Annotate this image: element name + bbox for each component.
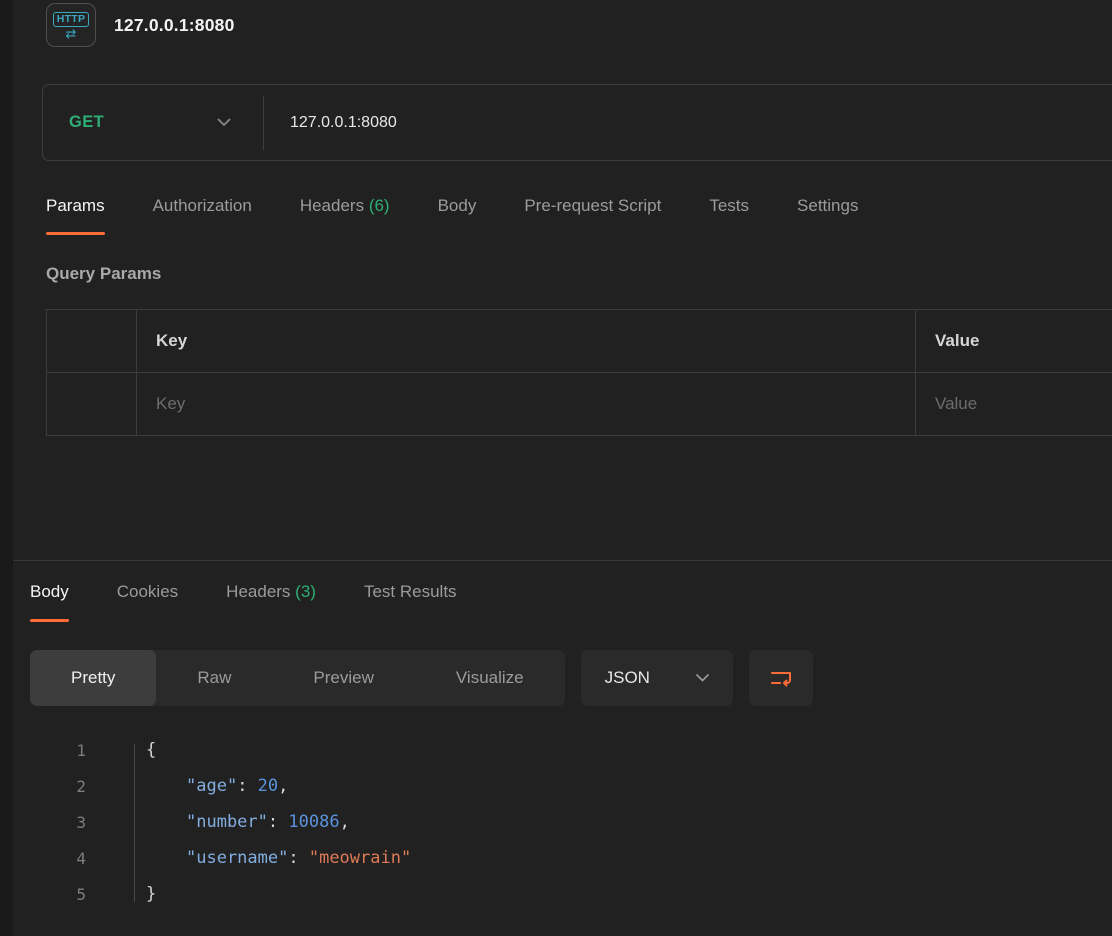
query-params-table: Key Value <box>46 309 1112 436</box>
method-dropdown[interactable]: GET <box>43 85 263 160</box>
response-tab-headers[interactable]: Headers (3) <box>226 576 316 622</box>
beautify-button[interactable] <box>749 650 813 706</box>
http-badge-label: HTTP <box>53 12 90 27</box>
code-token: "number" <box>186 812 268 832</box>
response-toolbar: Pretty Raw Preview Visualize JSON <box>30 650 813 706</box>
code-line: 4 "username": "meowrain" <box>30 840 1090 876</box>
code-token: "username" <box>186 848 288 868</box>
tab-headers[interactable]: Headers (6) <box>300 190 390 235</box>
code-line: 3 "number": 10086, <box>30 804 1090 840</box>
column-header-key: Key <box>137 310 916 373</box>
line-number: 2 <box>30 777 86 796</box>
code-token: , <box>278 776 288 796</box>
param-row-select-cell <box>47 373 137 436</box>
chevron-down-icon <box>696 674 709 682</box>
code-token: : <box>268 812 288 832</box>
code-token: "meowrain" <box>309 848 411 868</box>
tab-settings[interactable]: Settings <box>797 190 858 235</box>
view-mode-segmented-control: Pretty Raw Preview Visualize <box>30 650 565 706</box>
tab-headers-label: Headers <box>300 196 364 215</box>
code-token: } <box>146 884 156 904</box>
tab-pre-request-script-label: Pre-request Script <box>524 196 661 215</box>
response-section-divider <box>0 560 1112 561</box>
request-tabs: Params Authorization Headers (6) Body Pr… <box>46 190 858 235</box>
code-token: { <box>146 740 156 760</box>
response-headers-count-badge: (3) <box>295 582 316 601</box>
response-tab-test-results[interactable]: Test Results <box>364 576 457 622</box>
url-input[interactable] <box>264 85 1112 160</box>
response-tab-headers-label: Headers <box>226 582 290 601</box>
line-number: 3 <box>30 813 86 832</box>
response-tab-body[interactable]: Body <box>30 576 69 622</box>
response-tab-cookies-label: Cookies <box>117 582 178 601</box>
format-dropdown-label: JSON <box>605 668 650 688</box>
headers-count-badge: (6) <box>369 196 390 215</box>
view-raw-button[interactable]: Raw <box>156 650 272 706</box>
request-title: 127.0.0.1:8080 <box>114 15 235 36</box>
view-preview-button[interactable]: Preview <box>272 650 414 706</box>
response-tabs: Body Cookies Headers (3) Test Results <box>30 576 457 622</box>
request-header: HTTP ⇄ 127.0.0.1:8080 <box>46 0 235 50</box>
chevron-down-icon <box>217 118 231 127</box>
code-token: : <box>237 776 257 796</box>
http-arrows-icon: ⇄ <box>66 28 77 39</box>
tab-pre-request-script[interactable]: Pre-request Script <box>524 190 661 235</box>
code-fold-guide <box>134 744 135 902</box>
tab-authorization-label: Authorization <box>153 196 252 215</box>
code-token: "age" <box>186 776 237 796</box>
param-value-cell <box>916 373 1112 436</box>
view-visualize-button[interactable]: Visualize <box>415 650 565 706</box>
tab-params-label: Params <box>46 196 105 215</box>
code-token: : <box>288 848 308 868</box>
line-number: 1 <box>30 741 86 760</box>
method-label: GET <box>69 113 104 132</box>
code-line: 5 } <box>30 876 1090 912</box>
line-number: 5 <box>30 885 86 904</box>
response-tab-body-label: Body <box>30 582 69 601</box>
tab-tests[interactable]: Tests <box>709 190 749 235</box>
response-body-code: 1 { 2 "age": 20, 3 "number": 10086, 4 "u… <box>30 732 1090 912</box>
tab-body[interactable]: Body <box>438 190 477 235</box>
tab-tests-label: Tests <box>709 196 749 215</box>
response-tab-test-results-label: Test Results <box>364 582 457 601</box>
beautify-icon <box>769 668 793 688</box>
format-dropdown[interactable]: JSON <box>581 650 733 706</box>
param-key-input[interactable] <box>156 394 915 414</box>
code-line: 1 { <box>30 732 1090 768</box>
param-value-input[interactable] <box>935 394 1112 414</box>
url-bar: GET <box>42 84 1112 161</box>
tab-settings-label: Settings <box>797 196 858 215</box>
view-pretty-button[interactable]: Pretty <box>30 650 156 706</box>
code-line: 2 "age": 20, <box>30 768 1090 804</box>
line-number: 4 <box>30 849 86 868</box>
tab-authorization[interactable]: Authorization <box>153 190 252 235</box>
left-edge-panel <box>0 0 13 936</box>
param-key-cell <box>137 373 916 436</box>
response-tab-cookies[interactable]: Cookies <box>117 576 178 622</box>
column-header-value: Value <box>916 310 1112 373</box>
code-token: , <box>340 812 350 832</box>
tab-params[interactable]: Params <box>46 190 105 235</box>
tab-body-label: Body <box>438 196 477 215</box>
app-window: HTTP ⇄ 127.0.0.1:8080 GET Params Authori… <box>0 0 1112 936</box>
http-request-icon: HTTP ⇄ <box>46 3 96 47</box>
query-params-title: Query Params <box>46 264 161 284</box>
code-token: 20 <box>258 776 278 796</box>
code-token: 10086 <box>288 812 339 832</box>
param-row-select-cell <box>47 310 137 373</box>
